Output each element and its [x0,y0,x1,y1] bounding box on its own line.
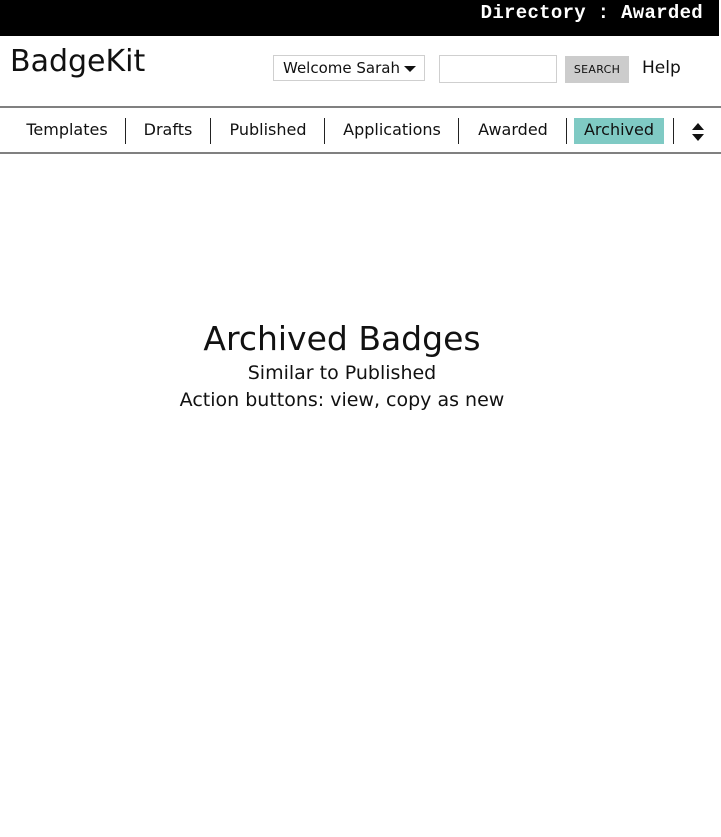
caret-down-icon [404,66,416,72]
nav-bottom-divider [0,152,721,154]
description-line: Similar to Published [247,362,437,384]
tab-archived[interactable]: Archived [574,118,664,144]
user-menu-dropdown[interactable]: Welcome Sarah [273,55,425,81]
tab-separator [210,118,211,144]
search-button[interactable]: SEARCH [565,56,629,83]
tab-separator [673,118,674,144]
nav-tabs: Templates Drafts Published Applications … [0,108,721,152]
tab-published[interactable]: Published [222,118,314,144]
tab-templates[interactable]: Templates [20,118,114,144]
tab-separator [458,118,459,144]
directory-title: Directory : Awarded [480,2,703,24]
help-link[interactable]: Help [642,58,681,78]
sort-up-down-icon[interactable] [690,121,706,143]
description-line: Action buttons: view, copy as new [179,389,505,411]
tab-separator [324,118,325,144]
search-input[interactable] [439,55,557,83]
tab-separator [566,118,567,144]
tab-separator [125,118,126,144]
page-title: Archived Badges [203,319,481,358]
main-content: Archived Badges Similar to Published Act… [0,318,684,414]
tab-drafts[interactable]: Drafts [136,118,200,144]
tab-awarded[interactable]: Awarded [470,118,556,144]
top-bar: Directory : Awarded [0,0,719,36]
tab-applications[interactable]: Applications [336,118,448,144]
user-menu-label: Welcome Sarah [283,59,400,77]
app-logo[interactable]: BadgeKit [10,44,145,79]
